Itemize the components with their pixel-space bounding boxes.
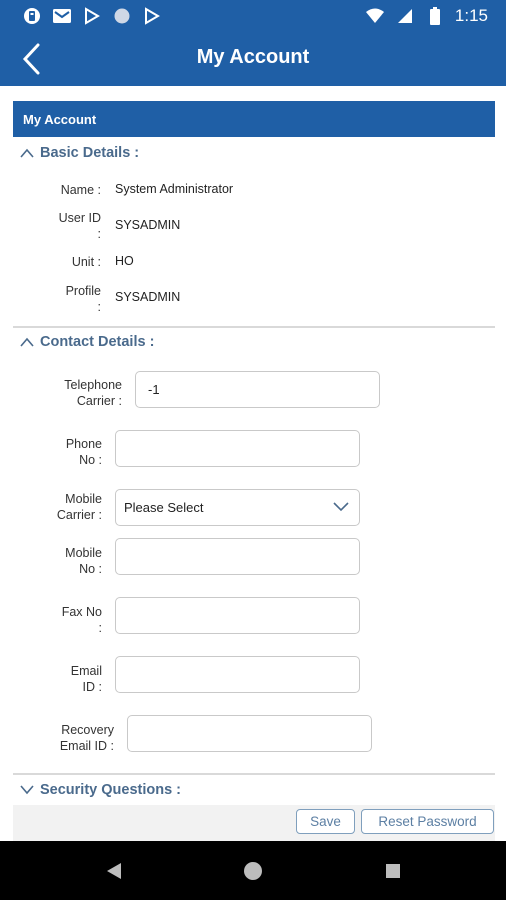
notification-icon (22, 7, 42, 25)
telephone-carrier-label: Telephone Carrier : (64, 378, 122, 408)
divider (13, 326, 495, 328)
status-right-icons: 1:15 (365, 6, 488, 26)
email-id-input[interactable] (115, 656, 360, 693)
mobile-carrier-value: Please Select (124, 500, 204, 515)
profile-value: SYSADMIN (115, 290, 181, 304)
chevron-up-icon (20, 148, 34, 158)
nav-back-icon (107, 863, 121, 879)
mobile-carrier-select[interactable]: Please Select (115, 489, 360, 526)
fax-no-input[interactable] (115, 597, 360, 634)
recovery-email-label: Recovery Email ID : (59, 723, 114, 753)
basic-details-section-toggle[interactable]: Basic Details : (20, 145, 139, 161)
mobile-carrier-label: Mobile Carrier : (56, 492, 102, 522)
reset-password-button[interactable]: Reset Password (361, 809, 494, 834)
user-id-label: User ID : (58, 211, 101, 241)
nav-back-button[interactable] (102, 859, 126, 883)
nav-recents-button[interactable] (381, 859, 405, 883)
fax-no-label: Fax No : (61, 605, 102, 635)
chevron-down-icon (333, 502, 349, 512)
nav-home-icon (244, 862, 262, 880)
status-bar: 1:15 (0, 0, 506, 32)
page-title: My Account (196, 46, 310, 68)
mobile-no-label: Mobile No : (65, 546, 102, 576)
save-button[interactable]: Save (296, 809, 355, 834)
play-store-icon (82, 7, 102, 25)
unit-value: HO (115, 254, 134, 268)
chevron-up-icon (20, 337, 34, 347)
contact-details-title: Contact Details : (40, 334, 155, 350)
chevron-down-icon (20, 785, 34, 795)
phone-no-label: Phone No : (65, 437, 102, 467)
battery-icon (425, 7, 445, 25)
panel-header: My Account (13, 101, 495, 137)
status-time: 1:15 (454, 6, 488, 25)
security-questions-title: Security Questions : (40, 782, 182, 798)
profile-label: Profile : (65, 284, 101, 314)
navigation-bar (0, 841, 506, 900)
phone-no-input[interactable] (115, 430, 360, 467)
name-value: System Administrator (115, 182, 234, 196)
play-store-icon (142, 7, 162, 25)
content-area: My Account Basic Details : Name : System… (0, 86, 506, 841)
divider (13, 773, 495, 775)
nav-recents-icon (386, 864, 400, 878)
unit-label: Unit : (71, 255, 101, 269)
gmail-icon (52, 7, 72, 25)
status-left-icons (22, 7, 162, 25)
circle-icon (112, 7, 132, 25)
wifi-icon (365, 7, 385, 25)
telephone-carrier-value: -1 (148, 382, 160, 397)
footer-action-bar: Save Reset Password (13, 805, 495, 841)
email-id-label: Email ID : (70, 664, 102, 694)
nav-home-button[interactable] (241, 859, 265, 883)
signal-icon (395, 7, 415, 25)
security-questions-section-toggle[interactable]: Security Questions : (20, 782, 181, 798)
recovery-email-input[interactable] (127, 715, 372, 752)
name-label: Name : (60, 183, 101, 197)
basic-details-title: Basic Details : (40, 145, 140, 161)
app-bar: My Account (0, 32, 506, 86)
contact-details-section-toggle[interactable]: Contact Details : (20, 334, 154, 350)
telephone-carrier-input[interactable]: -1 (135, 371, 380, 408)
mobile-no-input[interactable] (115, 538, 360, 575)
user-id-value: SYSADMIN (115, 218, 181, 232)
